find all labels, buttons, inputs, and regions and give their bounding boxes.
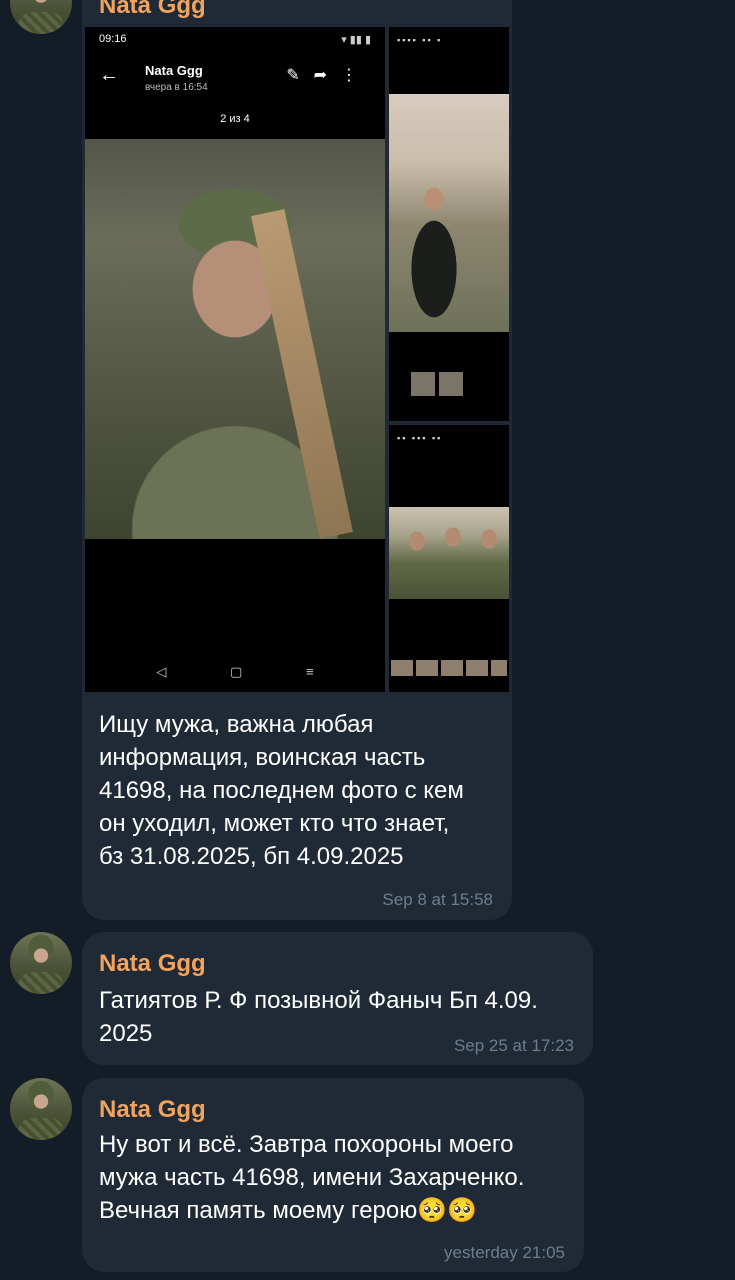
thumbnail-mini-image bbox=[439, 372, 463, 396]
thumbnail-group-image bbox=[389, 507, 509, 599]
status-icons: ▾ ▮▮ ▮ bbox=[341, 34, 371, 46]
sender-name[interactable]: Nata Ggg bbox=[99, 0, 206, 20]
message-time: Sep 8 at 15:58 bbox=[382, 890, 493, 909]
message-text: Ну вот и всё. Завтра похороны моего мужа… bbox=[99, 1131, 525, 1224]
sender-name[interactable]: Nata Ggg bbox=[99, 1096, 206, 1124]
thumbnail-status-row: ▪▪▪▪ ▪▪ ▪ bbox=[397, 35, 443, 45]
sender-avatar[interactable] bbox=[10, 0, 72, 34]
nav-back-icon: ◁ bbox=[156, 664, 167, 679]
photo-counter: 2 из 4 bbox=[220, 113, 250, 125]
soldier-selfie-image bbox=[85, 139, 385, 539]
message-time: yesterday 21:05 bbox=[444, 1243, 565, 1262]
photo-contact-name: Nata Ggg bbox=[145, 63, 203, 78]
status-time: 09:16 bbox=[99, 33, 127, 45]
back-arrow-icon: ← bbox=[99, 64, 119, 86]
thumbnail-status-row: ▪▪ ▪▪▪ ▪▪ bbox=[397, 433, 443, 443]
android-nav-bar: ◁ ▢ ≡ bbox=[85, 664, 385, 680]
photo-thumbnail-1[interactable]: ▪▪▪▪ ▪▪ ▪ bbox=[389, 27, 509, 421]
sender-avatar[interactable] bbox=[10, 932, 72, 994]
message-bubble-3[interactable]: Nata Ggg Ну вот и всё. Завтра похороны м… bbox=[82, 1078, 584, 1272]
message-bubble-2[interactable]: Nata Ggg Гатиятов Р. Ф позывной Фаныч Бп… bbox=[82, 932, 593, 1065]
more-icon: ⋮ bbox=[341, 67, 371, 84]
nav-home-icon: ▢ bbox=[230, 664, 243, 679]
message-time: Sep 25 at 17:23 bbox=[453, 1036, 574, 1055]
sender-avatar[interactable] bbox=[10, 1078, 72, 1140]
nav-recents-icon: ≡ bbox=[305, 664, 314, 679]
photo-screenshot-main[interactable]: 09:16 ▾ ▮▮ ▮ ← Nata Ggg вчера в 16:54 ✎➦… bbox=[85, 27, 385, 692]
photo-contact-subtitle: вчера в 16:54 bbox=[145, 82, 208, 93]
thumbnail-image bbox=[389, 94, 509, 332]
thumbnail-strip bbox=[391, 660, 507, 676]
thumbnail-mini-image bbox=[411, 372, 435, 396]
photo-toolbar-icons: ✎➦⋮ bbox=[286, 65, 371, 85]
edit-icon: ✎ bbox=[286, 67, 314, 84]
message-text: Ищу мужа, важна любая информация, воинск… bbox=[99, 711, 464, 870]
sender-name[interactable]: Nata Ggg bbox=[99, 950, 206, 978]
photo-thumbnail-2[interactable]: ▪▪ ▪▪▪ ▪▪ bbox=[389, 425, 509, 692]
share-icon: ➦ bbox=[313, 67, 341, 84]
